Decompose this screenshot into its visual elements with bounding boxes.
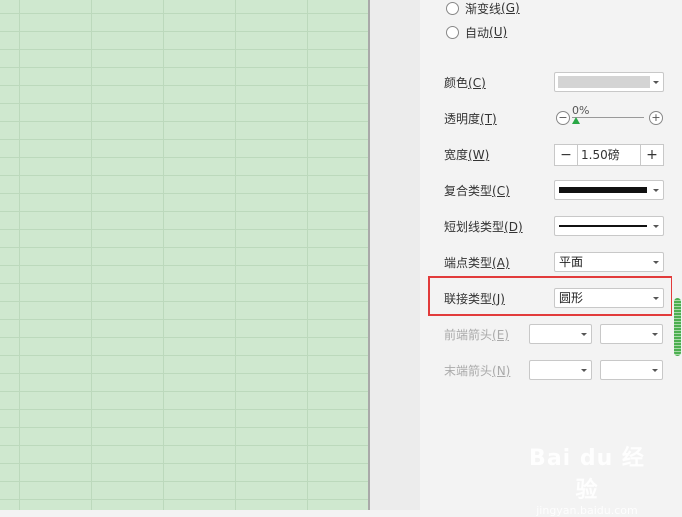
transparency-decrease-button[interactable]: − [556, 111, 570, 125]
chevron-down-icon [652, 369, 658, 372]
transparency-increase-button[interactable]: + [649, 111, 663, 125]
watermark-logo: Bai du 经验 [529, 446, 645, 503]
color-dropdown[interactable] [554, 72, 664, 92]
baidu-jingyan-watermark: Bai du 经验 jingyan.baidu.com [522, 440, 652, 517]
width-decrease-button[interactable]: − [555, 145, 578, 165]
transparency-value: 0% [572, 104, 590, 117]
color-swatch [558, 76, 650, 88]
transparency-slider-thumb[interactable] [572, 117, 580, 124]
radio-circle[interactable] [446, 1, 459, 15]
panel-scrollbar[interactable] [672, 0, 682, 510]
end-arrow-size-dropdown[interactable] [600, 360, 663, 380]
chevron-down-icon [653, 261, 659, 264]
width-increase-button[interactable]: + [640, 145, 663, 165]
cap-type-value: 平面 [559, 255, 584, 269]
chevron-down-icon [652, 333, 658, 336]
transparency-slider-track[interactable] [572, 117, 644, 118]
end-arrow-label: 末端箭头(N) [444, 364, 511, 378]
radio-circle[interactable] [446, 25, 459, 39]
chevron-down-icon [653, 81, 659, 84]
transparency-label: 透明度(T) [444, 112, 497, 126]
chevron-down-icon [581, 333, 587, 336]
end-arrow-type-dropdown[interactable] [529, 360, 592, 380]
panel-gutter [370, 0, 420, 510]
begin-arrow-label: 前端箭头(E) [444, 328, 509, 342]
radio-gradient-line[interactable]: 渐变线 (G) [446, 0, 520, 16]
cap-type-dropdown[interactable]: 平面 [554, 252, 664, 272]
compound-type-label: 复合类型(C) [444, 184, 510, 198]
watermark-url: jingyan.baidu.com [536, 504, 638, 517]
color-label: 颜色(C) [444, 76, 486, 90]
radio-auto[interactable]: 自动 (U) [446, 24, 507, 40]
dash-type-label: 短划线类型(D) [444, 220, 523, 234]
radio-label: 渐变线 [465, 1, 502, 16]
line-preview [559, 187, 647, 193]
highlight-box [428, 276, 673, 316]
chevron-down-icon [581, 369, 587, 372]
line-preview [559, 225, 647, 227]
compound-type-dropdown[interactable] [554, 180, 664, 200]
spreadsheet-grid[interactable] [0, 0, 368, 510]
chevron-down-icon [653, 225, 659, 228]
chevron-down-icon [653, 189, 659, 192]
begin-arrow-type-dropdown[interactable] [529, 324, 592, 344]
radio-label: 自动 [465, 25, 490, 40]
scrollbar-thumb[interactable] [674, 298, 681, 356]
dash-type-dropdown[interactable] [554, 216, 664, 236]
radio-key: (G) [501, 1, 520, 15]
radio-key: (U) [489, 25, 508, 39]
cap-type-label: 端点类型(A) [444, 256, 510, 270]
width-stepper[interactable]: − 1.50磅 + [554, 144, 664, 166]
width-label: 宽度(W) [444, 148, 490, 162]
begin-arrow-size-dropdown[interactable] [600, 324, 663, 344]
width-value[interactable]: 1.50磅 [581, 148, 620, 162]
